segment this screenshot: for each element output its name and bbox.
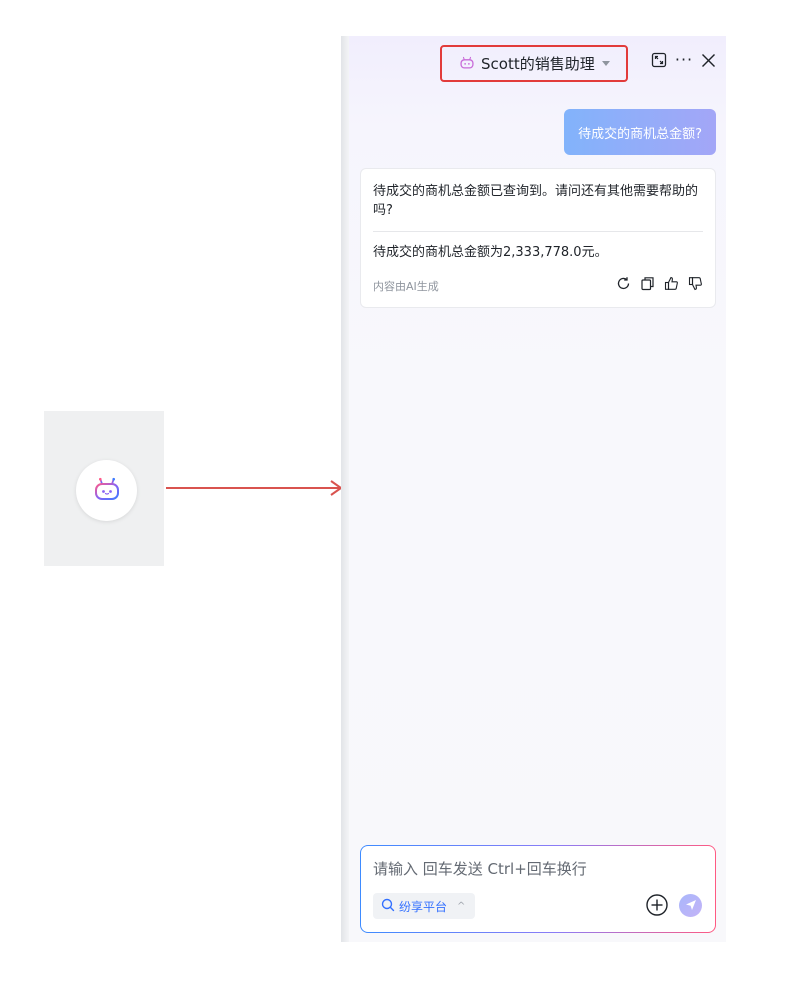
panel-header: Scott的销售助理 ···	[349, 36, 726, 84]
message-composer: 纷享平台 ^	[360, 845, 716, 933]
robot-icon	[94, 477, 120, 505]
refresh-icon[interactable]	[616, 276, 631, 291]
assistant-panel: Scott的销售助理 ··· 待成交的商机总金额? 待成交的商机总金额已查询到。…	[349, 36, 726, 942]
caret-down-icon	[601, 61, 610, 66]
assistant-name: Scott的销售助理	[481, 55, 595, 73]
copy-icon[interactable]	[640, 276, 655, 291]
response-actions	[616, 276, 703, 291]
user-message-bubble: 待成交的商机总金额?	[564, 109, 716, 155]
search-icon	[381, 897, 395, 916]
panel-edge	[341, 36, 349, 942]
robot-icon	[460, 54, 474, 73]
pointer-arrow	[166, 480, 343, 496]
add-attachment-button[interactable]	[645, 893, 669, 917]
plus-circle-icon	[645, 894, 669, 921]
thumbs-down-icon[interactable]	[688, 276, 703, 291]
send-icon	[685, 896, 697, 915]
assistant-launcher-button[interactable]	[76, 460, 137, 521]
bot-result-text: 待成交的商机总金额为2,333,778.0元。	[373, 245, 608, 260]
platform-selector[interactable]: 纷享平台 ^	[373, 893, 476, 919]
close-icon[interactable]	[699, 51, 717, 69]
ai-generated-note: 内容由AI生成	[373, 280, 439, 293]
message-input[interactable]	[373, 860, 693, 878]
thumbs-up-icon[interactable]	[664, 276, 679, 291]
bot-response-card: 待成交的商机总金额已查询到。请问还有其他需要帮助的吗? 待成交的商机总金额为2,…	[360, 168, 716, 308]
bot-reply-text: 待成交的商机总金额已查询到。请问还有其他需要帮助的吗?	[373, 184, 699, 218]
expand-icon[interactable]	[650, 51, 668, 69]
chevron-up-icon: ^	[457, 900, 466, 912]
divider	[373, 231, 703, 232]
send-button[interactable]	[679, 894, 702, 917]
assistant-switcher[interactable]: Scott的销售助理	[440, 45, 628, 82]
platform-label: 纷享平台	[399, 899, 448, 914]
more-icon[interactable]: ···	[675, 51, 693, 69]
